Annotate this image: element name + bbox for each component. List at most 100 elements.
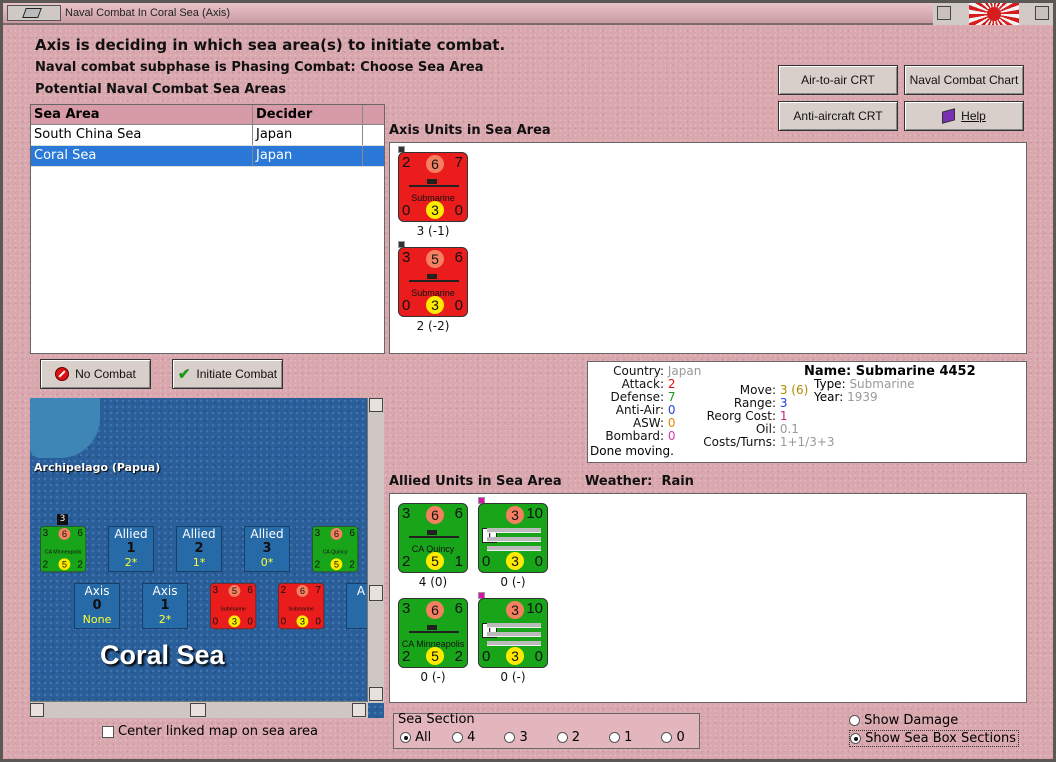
box-number: 0 (75, 598, 119, 613)
stack-marker: 3 (57, 514, 68, 525)
allied-group-counter[interactable]: 1 3 10 0 3 0 (478, 598, 548, 668)
bombard-value: 0 (535, 648, 543, 665)
allied-unit-counter[interactable]: 3 6 6 CA Minneapolis 2 5 2 (398, 598, 468, 668)
axis-unit-counter[interactable]: 2 6 7 Submarine 0 3 0 (398, 152, 468, 222)
defense-value: 3 (506, 601, 524, 619)
radio-3[interactable]: 3 (504, 730, 527, 745)
allied-group-counter[interactable]: 1 3 10 0 3 0 (478, 503, 548, 573)
allied-unit-counter[interactable]: 3 6 6 CA Quincy 2 5 1 (398, 503, 468, 573)
defense-value: 6 (426, 155, 444, 173)
transport-icon (487, 623, 541, 628)
minimize-button[interactable] (937, 6, 951, 20)
air-to-air-label: Air-to-air CRT (801, 73, 875, 87)
allied-sea-box-3[interactable]: Allied 3 0* (244, 526, 290, 572)
range-value: 7 (455, 154, 463, 171)
scroll-thumb[interactable] (190, 703, 206, 717)
window-icon (22, 8, 42, 18)
box-value: 2* (109, 556, 153, 569)
show-sections-option[interactable]: Show Sea Box Sections (849, 730, 1019, 747)
attack-value: 3 (402, 249, 410, 266)
map-horizontal-scrollbar[interactable] (30, 701, 368, 718)
column-sea-area[interactable]: Sea Area (31, 105, 253, 124)
attack-value: 3 (213, 584, 219, 595)
bombard-key: Bombard: (594, 429, 664, 443)
map-vertical-scrollbar[interactable] (367, 398, 384, 703)
bombard-value: 0 (668, 429, 676, 443)
scroll-up-button[interactable] (369, 398, 383, 412)
move-max-value: (6) (791, 383, 808, 397)
radio-1[interactable]: 1 (609, 730, 632, 745)
bombard-value: 1 (455, 553, 463, 570)
attack-value: 3 (315, 527, 321, 538)
radio-0[interactable]: 0 (661, 730, 684, 745)
bombard-value: 2 (349, 559, 355, 570)
defense-value: 7 (668, 390, 676, 404)
axis-unit-counter[interactable]: 3 5 6 Submarine 0 3 0 (398, 247, 468, 317)
defense-value: 5 (228, 585, 240, 597)
aa-value: 0 (482, 553, 490, 570)
box-number: 3 (245, 541, 289, 556)
table-row[interactable]: South China Sea Japan (31, 125, 384, 146)
checkmark-icon: ✔ (178, 365, 191, 383)
range-key: Range: (678, 396, 776, 410)
counter-body: 3 5 6 Submarine 0 3 0 (210, 583, 256, 629)
defense-value: 5 (426, 250, 444, 268)
attack-key: Attack: (594, 377, 664, 391)
subphase-text: Naval combat subphase is Phasing Combat:… (35, 60, 483, 75)
move-value: 3 (228, 615, 240, 627)
radio-2[interactable]: 2 (557, 730, 580, 745)
allied-units-panel: 3 6 6 CA Quincy 2 5 1 4 (0) 1 3 10 0 3 0… (389, 493, 1027, 703)
sea-area-map[interactable]: Archipelago (Papua) 3 3 6 6 CA Minneapol… (30, 398, 384, 718)
window-title: Naval Combat In Coral Sea (Axis) (65, 7, 230, 19)
unit-caption: 4 (0) (398, 575, 468, 589)
help-button[interactable]: Help (904, 101, 1024, 131)
scroll-right-button[interactable] (352, 703, 366, 717)
counter-body: 3 6 6 CA Quincy 2 5 2 (312, 526, 358, 572)
move-value: 3 (506, 647, 524, 665)
air-to-air-crt-button[interactable]: Air-to-air CRT (778, 65, 898, 95)
system-menu-button[interactable] (7, 5, 61, 21)
type-key: Type: (814, 377, 846, 391)
unit-caption: 0 (-) (398, 670, 468, 684)
attack-value: 2 (668, 377, 676, 391)
box-title: Allied (245, 527, 289, 541)
range-value: 6 (247, 584, 253, 595)
allied-sea-box-1[interactable]: Allied 1 2* (108, 526, 154, 572)
aa-value: 2 (315, 559, 321, 570)
counter-body: 3 6 6 CA Minneapolis 2 5 2 (40, 526, 86, 572)
axis-sea-box-0[interactable]: Axis 0 None (74, 583, 120, 629)
anti-aircraft-label: Anti-aircraft CRT (793, 109, 882, 123)
column-decider[interactable]: Decider (253, 105, 363, 124)
reorg-key: Reorg Cost: (678, 409, 776, 423)
scroll-down-button[interactable] (369, 687, 383, 701)
submarine-icon (409, 274, 459, 282)
unit-info-panel: Country: Japan Attack: 2 Defense: 7 Anti… (587, 361, 1027, 463)
naval-combat-chart-button[interactable]: Naval Combat Chart (904, 65, 1024, 95)
radio-all[interactable]: All (400, 730, 431, 745)
defense-value: 6 (58, 528, 70, 540)
cruiser-icon (409, 625, 459, 633)
scroll-left-button[interactable] (30, 703, 44, 717)
anti-aircraft-crt-button[interactable]: Anti-aircraft CRT (778, 101, 898, 131)
axis-sea-box-1[interactable]: Axis 1 2* (142, 583, 188, 629)
box-value: 0* (245, 556, 289, 569)
initiate-combat-button[interactable]: ✔ Initiate Combat (172, 359, 283, 389)
no-combat-button[interactable]: No Combat (40, 359, 151, 389)
table-row-selected[interactable]: Coral Sea Japan (31, 146, 384, 167)
oil-key: Oil: (678, 422, 776, 436)
island-label: Archipelago (Papua) (34, 461, 160, 474)
naval-combat-window: Naval Combat In Coral Sea (Axis) Axis is… (0, 0, 1056, 762)
center-map-checkbox[interactable] (102, 726, 114, 738)
anti-air-value: 0 (668, 403, 676, 417)
allied-sea-box-2[interactable]: Allied 2 1* (176, 526, 222, 572)
aa-value: 0 (402, 297, 410, 314)
country-value: Japan (668, 364, 701, 378)
radio-4[interactable]: 4 (452, 730, 475, 745)
cruiser-icon (409, 530, 459, 538)
show-damage-option[interactable]: Show Damage (849, 713, 958, 728)
title-bar-controls (933, 3, 1053, 25)
sea-area-cell: South China Sea (31, 125, 253, 145)
country-key: Country: (594, 364, 664, 378)
close-button[interactable] (1035, 6, 1049, 20)
scroll-thumb[interactable] (369, 585, 383, 601)
